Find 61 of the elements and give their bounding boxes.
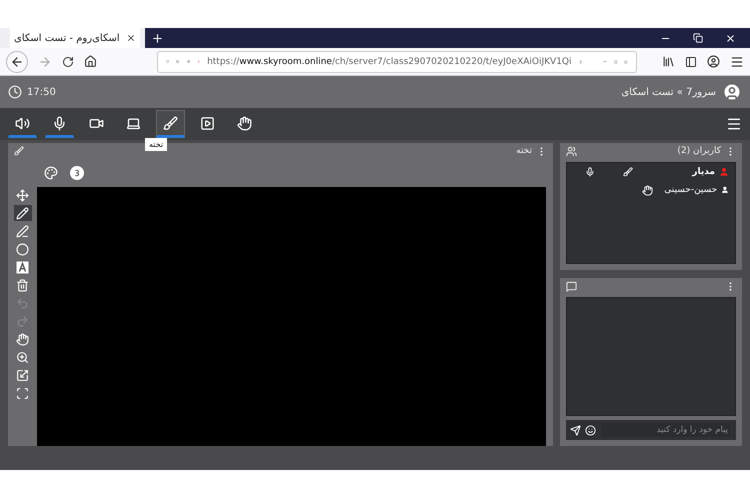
clock-icon	[8, 85, 22, 99]
send-icon	[570, 424, 581, 436]
reload-icon[interactable]	[62, 56, 74, 68]
pen-line-tool[interactable]	[14, 223, 32, 239]
pencil-icon	[16, 206, 29, 220]
user-name: مدیار	[692, 167, 715, 177]
close-icon[interactable]	[725, 32, 736, 44]
message-input[interactable]: پیام خود را وارد کنید	[600, 422, 732, 438]
circle-icon	[16, 242, 29, 256]
menu-button[interactable]	[726, 116, 742, 132]
emoji-icon	[585, 424, 596, 436]
brush-button[interactable]	[156, 110, 185, 138]
home-icon[interactable]	[84, 55, 97, 68]
menu-icon[interactable]	[730, 54, 744, 68]
play-icon	[200, 116, 215, 130]
sidebar-icon[interactable]	[685, 56, 697, 68]
restore-icon[interactable]	[693, 32, 703, 42]
address-bar[interactable]: https://www.skyroom.online/ch/server7/class2907020210220/t/eyJ0eXAiOiJKV1Qi	[157, 50, 637, 72]
trash-icon	[16, 278, 29, 292]
laptop-icon	[126, 116, 141, 130]
back-icon	[10, 54, 24, 68]
browser-tab[interactable]: اسکای‌روم - تست اسکای	[10, 28, 140, 48]
panel-title: تخته	[516, 146, 532, 156]
undo-icon	[16, 296, 29, 310]
palette-icon[interactable]	[44, 166, 58, 180]
account-icon[interactable]	[707, 55, 720, 68]
text-icon	[16, 260, 29, 274]
fullscreen-icon	[16, 386, 29, 400]
text-tool[interactable]	[14, 259, 32, 275]
move-icon	[16, 188, 29, 202]
back-button[interactable]	[6, 50, 28, 72]
hand-tool[interactable]	[14, 331, 32, 347]
emoji-button[interactable]	[585, 424, 596, 436]
microphone-icon	[52, 116, 67, 130]
move-tool[interactable]	[14, 187, 32, 203]
url-text: https://www.skyroom.online/ch/server7/class2907020210220/t/eyJ0eXAiOiJKV1Qi	[207, 56, 572, 66]
user-name: حسین-حسینی	[664, 185, 718, 195]
fit-icon	[16, 368, 29, 382]
avatar-icon[interactable]	[722, 82, 742, 102]
hand-icon	[237, 116, 252, 130]
close-icon[interactable]	[126, 33, 136, 43]
library-icon[interactable]	[662, 55, 675, 68]
room-title: سرور7 » تست اسکای	[621, 86, 716, 98]
circle-tool[interactable]	[14, 241, 32, 257]
time-label: 17:50	[27, 86, 56, 98]
brush-icon	[163, 116, 178, 130]
chat-icon	[566, 280, 577, 292]
pencil-tool[interactable]	[14, 205, 32, 221]
page-badge: 3	[70, 166, 84, 180]
panel-title: کاربران (2)	[677, 146, 721, 156]
brush-icon	[14, 146, 24, 156]
send-button[interactable]	[570, 424, 581, 436]
hand-icon	[16, 332, 29, 346]
tooltip: تخته	[145, 138, 168, 151]
new-tab-icon[interactable]	[151, 32, 164, 44]
pen-line-icon	[16, 224, 29, 238]
redo-icon	[16, 314, 29, 328]
zoom-in-icon	[16, 350, 29, 364]
users-icon	[566, 146, 577, 156]
tab-title: اسکای‌روم - تست اسکای	[14, 32, 120, 44]
speaker-icon	[15, 116, 30, 130]
